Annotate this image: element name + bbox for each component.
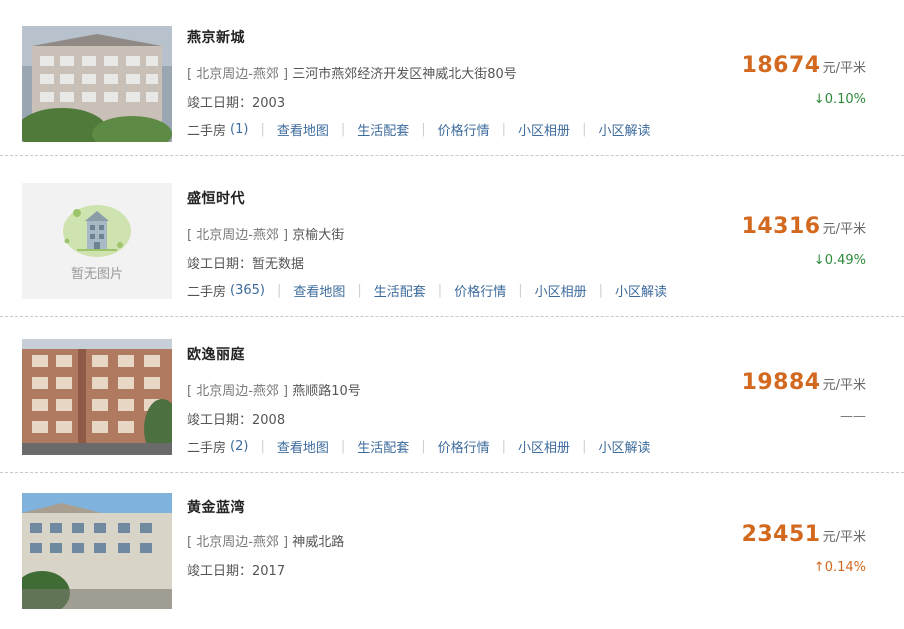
- map-link[interactable]: 查看地图: [293, 281, 345, 300]
- listing-row: 燕京新城 [ 北京周边-燕郊 ] 三河市燕郊经济开发区神威北大街80号 竣工日期…: [0, 0, 904, 156]
- link-divider: |: [421, 122, 426, 137]
- album-link[interactable]: 小区相册: [518, 120, 570, 139]
- listing-name[interactable]: 欧逸丽庭: [187, 344, 245, 364]
- link-divider: |: [437, 283, 443, 298]
- link-divider: |: [582, 439, 587, 454]
- listing-price: 18674 元/平米: [742, 53, 866, 78]
- price-trend-link[interactable]: 价格行情: [438, 120, 490, 139]
- listing-address: [ 北京周边-燕郊 ] 京榆大街: [187, 224, 344, 243]
- listing-photo-placeholder[interactable]: 暂无图片: [22, 183, 172, 299]
- price-trend-link[interactable]: 价格行情: [454, 281, 506, 300]
- no-image-label: 暂无图片: [70, 267, 123, 282]
- price-change: ↓0.49%: [813, 253, 866, 268]
- listing-address: [ 北京周边-燕郊 ] 神威北路: [187, 531, 344, 550]
- link-divider: |: [357, 283, 362, 298]
- listing-street: 燕顺路10号: [292, 384, 361, 399]
- amenities-link[interactable]: 生活配套: [357, 120, 409, 139]
- link-divider: |: [501, 122, 507, 137]
- completion-date: 竣工日期：2008: [187, 413, 286, 428]
- listing-price: 19884 元/平米: [742, 370, 866, 395]
- analysis-link[interactable]: 小区解读: [598, 437, 650, 456]
- price-unit: 元/平米: [822, 378, 866, 393]
- album-link[interactable]: 小区相册: [518, 437, 570, 456]
- price-trend-link[interactable]: 价格行情: [438, 437, 490, 456]
- link-divider: |: [260, 122, 265, 137]
- album-link[interactable]: 小区相册: [535, 281, 587, 300]
- listing-price: 14316 元/平米: [742, 214, 866, 239]
- price-value: 14316: [741, 214, 821, 239]
- amenities-link[interactable]: 生活配套: [374, 281, 426, 300]
- analysis-link[interactable]: 小区解读: [598, 120, 650, 139]
- link-divider: |: [340, 122, 346, 137]
- secondhand-link[interactable]: 二手房: [187, 120, 226, 139]
- listing-price: 23451 元/平米: [742, 522, 866, 547]
- completion-date: 竣工日期：2017: [187, 564, 286, 579]
- listing-row: 欧逸丽庭 [ 北京周边-燕郊 ] 燕顺路10号 竣工日期：2008 二手房 (2…: [0, 317, 904, 473]
- listing-row: 暂无图片 盛恒时代 [ 北京周边-燕郊 ] 京榆大街 竣工日期：暂无数据 二手房…: [0, 161, 904, 317]
- listing-street: 京榆大街: [292, 228, 345, 243]
- row-divider: [0, 155, 904, 156]
- price-value: 23451: [741, 522, 821, 547]
- listing-links: 二手房 (365) | 查看地图 | 生活配套 | 价格行情 | 小区相册 | …: [187, 281, 667, 300]
- link-divider: |: [340, 439, 346, 454]
- price-unit: 元/平米: [822, 530, 866, 545]
- secondhand-count[interactable]: (2): [230, 439, 248, 454]
- map-link[interactable]: 查看地图: [277, 437, 329, 456]
- price-change: ↓0.10%: [813, 92, 866, 107]
- price-unit: 元/平米: [822, 61, 866, 76]
- secondhand-link[interactable]: 二手房: [187, 281, 226, 300]
- link-divider: |: [421, 439, 426, 454]
- link-divider: |: [260, 439, 265, 454]
- listing-name[interactable]: 燕京新城: [187, 27, 245, 47]
- completion-date: 竣工日期：2003: [187, 96, 286, 111]
- analysis-link[interactable]: 小区解读: [615, 281, 667, 300]
- listing-street: 神威北路: [292, 535, 345, 550]
- listing-street: 三河市燕郊经济开发区神威北大街80号: [292, 67, 517, 82]
- listing-photo[interactable]: [22, 493, 172, 609]
- secondhand-count[interactable]: (365): [230, 283, 265, 298]
- listing-photo[interactable]: [22, 26, 172, 142]
- price-value: 18674: [741, 53, 821, 78]
- price-unit: 元/平米: [822, 222, 866, 237]
- listing-area: [ 北京周边-燕郊 ]: [187, 384, 289, 399]
- completion-date: 竣工日期：暂无数据: [187, 257, 305, 272]
- listing-area: [ 北京周边-燕郊 ]: [187, 228, 289, 243]
- listing-row: 黄金蓝湾 [ 北京周边-燕郊 ] 神威北路 竣工日期：2017 23451 元/平…: [0, 473, 904, 629]
- listing-photo[interactable]: [22, 339, 172, 455]
- listing-name[interactable]: 黄金蓝湾: [187, 497, 245, 517]
- price-change: ——: [840, 409, 866, 424]
- listing-name[interactable]: 盛恒时代: [187, 188, 245, 208]
- secondhand-link[interactable]: 二手房: [187, 437, 226, 456]
- listing-links: 二手房 (2) | 查看地图 | 生活配套 | 价格行情 | 小区相册 | 小区…: [187, 437, 650, 456]
- price-value: 19884: [741, 370, 821, 395]
- secondhand-count[interactable]: (1): [230, 122, 248, 137]
- link-divider: |: [598, 283, 603, 298]
- map-link[interactable]: 查看地图: [277, 120, 329, 139]
- link-divider: |: [582, 122, 587, 137]
- price-change: ↑0.14%: [813, 560, 866, 575]
- listing-address: [ 北京周边-燕郊 ] 三河市燕郊经济开发区神威北大街80号: [187, 63, 517, 82]
- listing-list: 燕京新城 [ 北京周边-燕郊 ] 三河市燕郊经济开发区神威北大街80号 竣工日期…: [0, 0, 904, 609]
- link-divider: |: [501, 439, 507, 454]
- listing-area: [ 北京周边-燕郊 ]: [187, 535, 289, 550]
- link-divider: |: [518, 283, 523, 298]
- listing-area: [ 北京周边-燕郊 ]: [187, 67, 289, 82]
- listing-address: [ 北京周边-燕郊 ] 燕顺路10号: [187, 380, 361, 399]
- listing-links: 二手房 (1) | 查看地图 | 生活配套 | 价格行情 | 小区相册 | 小区…: [187, 120, 650, 139]
- link-divider: |: [276, 283, 282, 298]
- amenities-link[interactable]: 生活配套: [357, 437, 409, 456]
